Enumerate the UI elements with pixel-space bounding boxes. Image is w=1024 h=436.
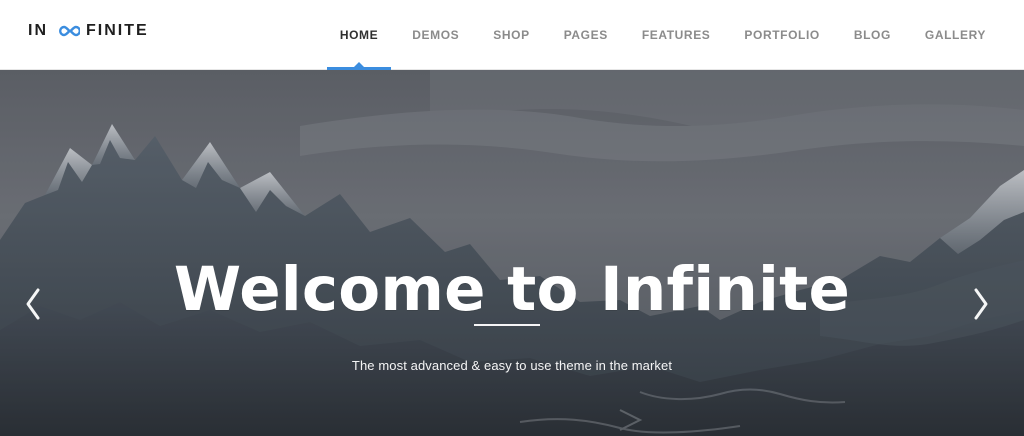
hero-overlay [0, 70, 1024, 436]
nav-item-blog[interactable]: BLOG [854, 0, 891, 70]
nav-item-label: PAGES [563, 28, 608, 42]
infinity-icon [54, 23, 81, 39]
nav-item-pages[interactable]: PAGES [564, 0, 608, 70]
nav-item-label: SHOP [493, 28, 530, 42]
hero-title: Welcome to Infinite [173, 254, 851, 325]
nav-item-gallery[interactable]: GALLERY [925, 0, 986, 70]
nav-item-label: DEMOS [412, 28, 460, 42]
hero-subtitle: The most advanced & easy to use theme in… [351, 358, 673, 373]
logo-left-text: IN [28, 22, 48, 39]
nav-item-features[interactable]: FEATURES [642, 0, 711, 70]
nav-item-portfolio[interactable]: PORTFOLIO [744, 0, 819, 70]
nav-item-label: GALLERY [924, 28, 986, 42]
nav-item-shop[interactable]: SHOP [493, 0, 529, 70]
hero-divider [474, 324, 540, 326]
logo-right-text: FINITE [86, 22, 149, 39]
nav-item-label: PORTFOLIO [744, 28, 820, 42]
hero-slider: Welcome to Infinite The most advanced & … [0, 70, 1024, 436]
main-navigation: HOME DEMOS SHOP PAGES FEATURES PORTFOLIO… [326, 0, 986, 70]
site-logo[interactable]: IN FINITE [28, 21, 149, 41]
nav-item-label: HOME [339, 28, 379, 42]
nav-item-label: FEATURES [641, 28, 711, 42]
nav-item-demos[interactable]: DEMOS [412, 0, 459, 70]
site-header: IN FINITE HOME DEMOS SHOP PAGES FEATURES… [0, 0, 1024, 70]
nav-item-label: BLOG [853, 28, 891, 42]
nav-item-home[interactable]: HOME [326, 0, 392, 70]
